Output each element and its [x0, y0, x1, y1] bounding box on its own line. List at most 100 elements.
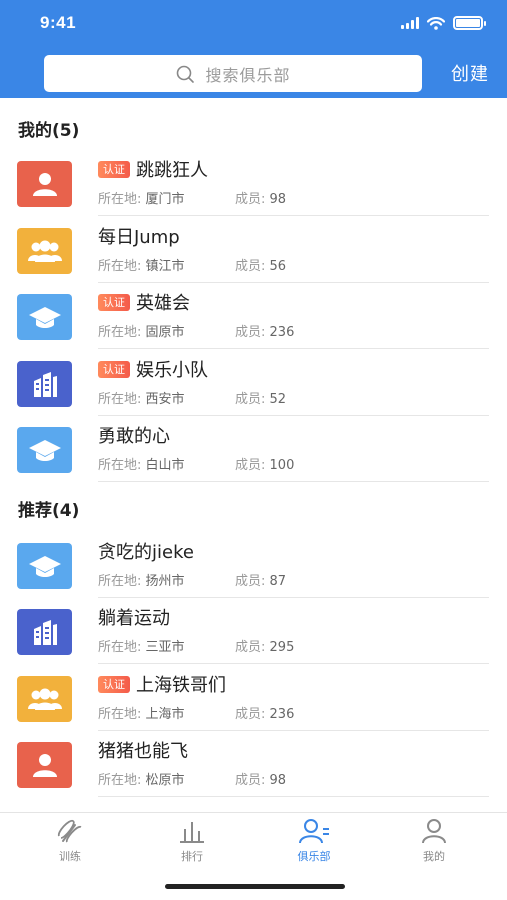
verified-badge: 认证 — [98, 360, 130, 378]
tab-ranking[interactable]: 排行 — [152, 817, 232, 867]
person-icon — [30, 751, 60, 779]
club-title-line: 认证 英雄会 — [98, 290, 190, 314]
graduation-cap-icon — [28, 437, 62, 463]
search-icon — [177, 65, 195, 83]
verified-badge: 认证 — [98, 293, 130, 311]
club-list-item[interactable]: 躺着运动所在地: 三亚市 成员: 295 — [0, 605, 507, 672]
battery-icon — [453, 16, 486, 30]
tab-profile[interactable]: 我的 — [394, 817, 474, 867]
home-indicator — [165, 884, 345, 889]
divider — [98, 796, 489, 797]
club-list-item[interactable]: 认证 娱乐小队所在地: 西安市 成员: 52 — [0, 357, 507, 424]
club-name: 娱乐小队 — [136, 360, 208, 381]
club-members: 成员: 87 — [235, 574, 287, 589]
club-list-item[interactable]: 认证 上海铁哥们所在地: 上海市 成员: 236 — [0, 672, 507, 739]
header-bar: 9:41 搜索俱乐部 创建 — [0, 0, 507, 98]
club-title-line: 猪猪也能飞 — [98, 738, 188, 762]
club-list-item[interactable]: 贪吃的jieke 所在地: 扬州市 成员: 87 — [0, 539, 507, 606]
divider — [98, 481, 489, 482]
club-title-line: 认证 娱乐小队 — [98, 357, 208, 381]
club-name: 英雄会 — [136, 293, 190, 314]
search-input[interactable]: 搜索俱乐部 — [44, 55, 422, 92]
divider — [98, 597, 489, 598]
graduation-cap-icon — [28, 553, 62, 579]
tab-training[interactable]: 训练 — [30, 817, 110, 867]
verified-badge: 认证 — [98, 675, 130, 693]
club-location: 所在地: 厦门市 — [98, 192, 185, 207]
tab-label: 排行 — [181, 850, 203, 863]
divider — [98, 348, 489, 349]
club-list-item[interactable]: 认证 跳跳狂人所在地: 厦门市 成员: 98 — [0, 157, 507, 224]
club-avatar — [17, 676, 72, 722]
club-name: 贪吃的jieke — [98, 542, 194, 563]
status-icons — [401, 16, 486, 30]
club-members: 成员: 52 — [235, 392, 287, 407]
club-avatar — [17, 543, 72, 589]
club-location: 所在地: 西安市 — [98, 392, 185, 407]
tab-label: 训练 — [59, 850, 81, 863]
club-location: 所在地: 扬州市 — [98, 574, 185, 589]
building-icon — [30, 369, 60, 399]
club-members: 成员: 56 — [235, 259, 287, 274]
club-name: 勇敢的心 — [98, 426, 170, 447]
club-location: 所在地: 镇江市 — [98, 259, 185, 274]
club-title-line: 贪吃的jieke — [98, 539, 194, 563]
wifi-icon — [427, 16, 445, 30]
club-icon — [297, 817, 331, 845]
club-members: 成员: 98 — [235, 773, 287, 788]
divider — [98, 215, 489, 216]
club-title-line: 认证 跳跳狂人 — [98, 157, 208, 181]
club-name: 每日Jump — [98, 227, 180, 248]
club-location: 所在地: 上海市 — [98, 707, 185, 722]
club-avatar — [17, 294, 72, 340]
tab-label: 我的 — [423, 850, 445, 863]
club-avatar — [17, 427, 72, 473]
club-name: 躺着运动 — [98, 608, 170, 629]
club-avatar — [17, 361, 72, 407]
club-members: 成员: 100 — [235, 458, 295, 473]
group-icon — [27, 238, 63, 264]
person-icon — [30, 170, 60, 198]
status-time: 9:41 — [40, 13, 77, 32]
club-location: 所在地: 三亚市 — [98, 640, 185, 655]
club-list-item[interactable]: 勇敢的心所在地: 白山市 成员: 100 — [0, 423, 507, 490]
club-title-line: 每日Jump — [98, 224, 180, 248]
club-location: 所在地: 固原市 — [98, 325, 185, 340]
tab-club[interactable]: 俱乐部 — [274, 817, 354, 867]
club-title-line: 勇敢的心 — [98, 423, 170, 447]
club-name: 跳跳狂人 — [136, 160, 208, 181]
club-members: 成员: 236 — [235, 707, 295, 722]
section-title-recommended: 推荐(4) — [18, 501, 80, 521]
divider — [98, 663, 489, 664]
club-location: 所在地: 松原市 — [98, 773, 185, 788]
tab-label: 俱乐部 — [297, 850, 331, 863]
club-members: 成员: 98 — [235, 192, 287, 207]
section-title-mine: 我的(5) — [18, 121, 80, 141]
create-club-button[interactable]: 创建 — [451, 60, 489, 86]
club-title-line: 躺着运动 — [98, 605, 170, 629]
club-avatar — [17, 742, 72, 788]
building-icon — [30, 617, 60, 647]
status-bar: 9:41 — [0, 0, 507, 48]
club-avatar — [17, 228, 72, 274]
graduation-cap-icon — [28, 304, 62, 330]
ranking-icon — [177, 817, 207, 845]
training-icon — [55, 817, 85, 845]
club-avatar — [17, 161, 72, 207]
divider — [98, 282, 489, 283]
club-list-item[interactable]: 认证 英雄会所在地: 固原市 成员: 236 — [0, 290, 507, 357]
signal-icon — [401, 17, 419, 29]
club-members: 成员: 236 — [235, 325, 295, 340]
club-name: 上海铁哥们 — [136, 675, 226, 696]
club-list-item[interactable]: 每日Jump 所在地: 镇江市 成员: 56 — [0, 224, 507, 291]
club-list-item[interactable]: 猪猪也能飞所在地: 松原市 成员: 98 — [0, 738, 507, 805]
club-location: 所在地: 白山市 — [98, 458, 185, 473]
club-members: 成员: 295 — [235, 640, 295, 655]
group-icon — [27, 686, 63, 712]
search-placeholder: 搜索俱乐部 — [205, 65, 291, 85]
profile-icon — [419, 817, 449, 845]
club-avatar — [17, 609, 72, 655]
verified-badge: 认证 — [98, 160, 130, 178]
divider — [98, 730, 489, 731]
club-title-line: 认证 上海铁哥们 — [98, 672, 226, 696]
